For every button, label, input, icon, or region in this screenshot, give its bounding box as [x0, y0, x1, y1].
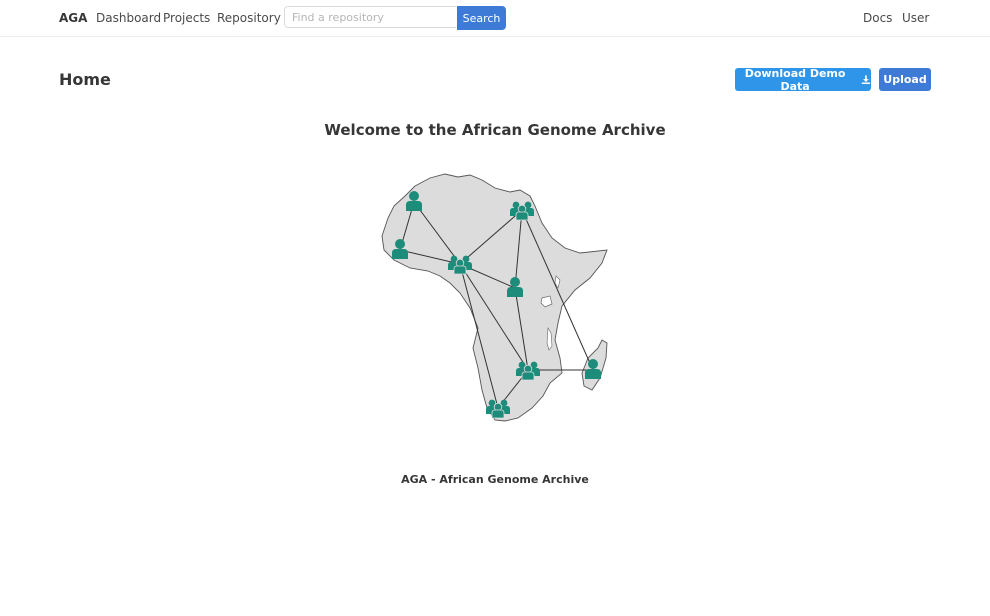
africa-continent-shape	[381, 173, 608, 422]
footer-caption: AGA - African Genome Archive	[401, 473, 589, 486]
upload-button[interactable]: Upload	[879, 68, 931, 91]
welcome-heading: Welcome to the African Genome Archive	[324, 121, 666, 139]
download-icon	[861, 75, 871, 84]
africa-map-graphic	[381, 173, 608, 422]
navbar: AGA Dashboard Projects Repository Search…	[0, 0, 990, 37]
page-title: Home	[59, 70, 111, 89]
brand-logo[interactable]: AGA	[59, 11, 87, 25]
africa-network-map	[370, 168, 620, 428]
nav-link-dashboard[interactable]: Dashboard	[96, 11, 161, 25]
nav-link-projects[interactable]: Projects	[163, 11, 210, 25]
download-demo-data-button[interactable]: Download Demo Data	[735, 66, 871, 93]
nav-link-docs[interactable]: Docs	[863, 11, 892, 25]
search-input[interactable]	[284, 6, 456, 28]
download-button-label: Download Demo Data	[744, 66, 846, 93]
nav-link-repository[interactable]: Repository	[217, 11, 281, 25]
nav-link-user[interactable]: User	[902, 11, 929, 25]
search-button[interactable]: Search	[457, 6, 506, 30]
